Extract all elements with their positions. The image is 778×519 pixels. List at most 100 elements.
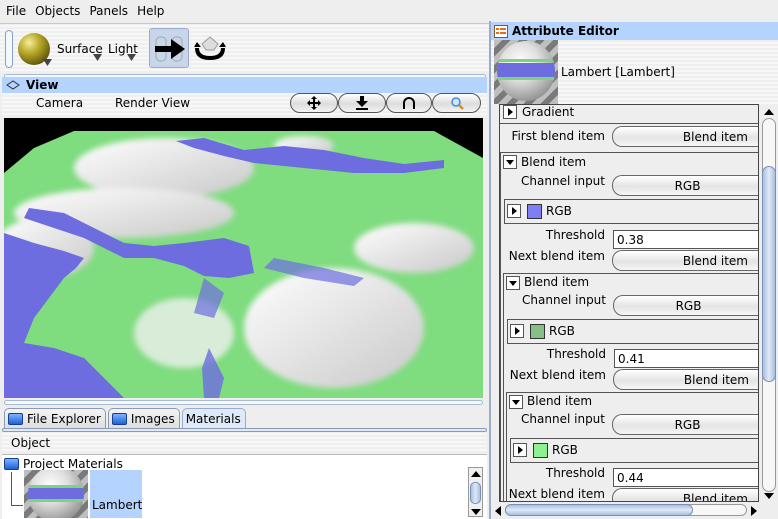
pan-button[interactable] — [290, 93, 338, 113]
blend-item-2-threshold-label: Threshold — [546, 347, 606, 361]
blend-item-1-next-select[interactable]: Blend item — [612, 250, 758, 271]
attribute-scroll-area: Gradient First blend item Blend item Ble… — [499, 104, 759, 502]
attribute-editor-header: Attribute Editor — [491, 22, 778, 40]
blend-item-1-next-value: Blend item — [682, 253, 748, 268]
blend-item-2-threshold-value: 0.41 — [618, 351, 645, 366]
blend-item-2-rgb-label: RGB — [549, 324, 575, 338]
blend-item-1-threshold-input[interactable]: 0.38 — [613, 230, 758, 249]
blend-item-1-channel-value: RGB — [674, 178, 701, 193]
gradient-expand-button[interactable] — [503, 105, 517, 119]
light-menu[interactable]: Light — [108, 42, 138, 56]
blend-item-2-next-label: Next blend item — [509, 368, 606, 382]
blend-item-3-channel-label: Channel input — [521, 412, 605, 426]
toolbar-grip[interactable] — [5, 30, 13, 68]
material-item-lambert[interactable]: Lambert — [90, 470, 142, 518]
scroll-thumb[interactable] — [470, 482, 481, 504]
tree-connector — [11, 472, 23, 506]
collapse-icon — [506, 159, 514, 165]
dolly-icon — [356, 96, 368, 110]
blend-item-2-rgb-expand-button[interactable] — [510, 324, 524, 338]
render-rotate-icon[interactable] — [193, 34, 227, 64]
blend-item-3-collapse-button[interactable] — [509, 395, 523, 409]
menu-object[interactable]: Object — [11, 436, 50, 450]
material-summary: Lambert [Lambert] — [491, 40, 778, 106]
tab-materials[interactable]: Materials — [181, 408, 246, 428]
blend-item-2-header: Blend item — [524, 275, 590, 289]
menu-objects[interactable]: Objects — [35, 4, 80, 18]
tab-file-explorer-label: File Explorer — [27, 411, 101, 426]
zoom-button[interactable] — [432, 93, 481, 113]
light-dropdown-icon[interactable] — [127, 54, 136, 61]
move-icon — [307, 96, 321, 110]
folder-icon — [4, 458, 19, 470]
tree-root-label: Project Materials — [23, 457, 123, 471]
scroll-up-icon[interactable] — [471, 471, 481, 477]
blend-item-3-color-swatch[interactable] — [533, 443, 548, 458]
surface-dropdown-icon[interactable] — [93, 54, 102, 61]
menu-panels[interactable]: Panels — [89, 4, 128, 18]
attribute-editor-title: Attribute Editor — [512, 24, 619, 38]
toolbar: Surface Light — [0, 23, 489, 73]
tree-scrollbar[interactable] — [468, 467, 483, 517]
blend-item-1-threshold-value: 0.38 — [617, 232, 644, 247]
blend-item-3-next-label: Next blend item — [508, 487, 605, 501]
blend-item-2-channel-label: Channel input — [522, 293, 606, 307]
blend-item-3-next-select[interactable]: Blend item — [612, 488, 758, 502]
scroll-down-icon[interactable] — [471, 509, 481, 515]
expand-icon — [507, 108, 513, 116]
bottom-tabs: File Explorer Images Materials — [4, 408, 246, 429]
view-panel-header[interactable]: View — [2, 77, 487, 93]
blend-item-1-rgb-expand-button[interactable] — [507, 204, 521, 218]
scroll-down-icon[interactable] — [764, 493, 774, 499]
tree-root[interactable]: Project Materials — [4, 457, 123, 471]
hscroll-thumb[interactable] — [505, 504, 693, 516]
material-thumbnail-lambert[interactable] — [24, 470, 88, 518]
surface-menu[interactable]: Surface — [57, 42, 103, 56]
scroll-left-icon[interactable] — [495, 506, 501, 516]
scroll-right-icon[interactable] — [751, 506, 757, 516]
collapse-eye-icon[interactable] — [6, 80, 20, 90]
first-blend-select[interactable]: Blend item — [612, 126, 758, 147]
blend-item-2-channel-select[interactable]: RGB — [613, 295, 758, 316]
menu-help[interactable]: Help — [137, 4, 164, 18]
magnifier-icon — [450, 97, 464, 110]
view-splitter[interactable] — [4, 400, 483, 405]
orbit-button[interactable] — [386, 93, 432, 113]
blend-item-3-threshold-value: 0.44 — [617, 470, 644, 485]
3d-viewport[interactable] — [4, 118, 483, 398]
view-title: View — [26, 78, 59, 92]
transfer-button[interactable] — [149, 28, 189, 68]
attribute-vertical-scrollbar[interactable] — [761, 104, 777, 502]
scroll-up-icon[interactable] — [764, 109, 774, 115]
tab-file-explorer[interactable]: File Explorer — [4, 408, 106, 428]
material-dropdown-icon[interactable] — [43, 59, 52, 66]
tab-images[interactable]: Images — [107, 408, 180, 428]
expand-icon — [511, 207, 517, 215]
blend-item-3-rgb-expand-button[interactable] — [513, 443, 527, 457]
material-name: Lambert [Lambert] — [561, 65, 675, 79]
blend-item-1-channel-select[interactable]: RGB — [612, 175, 758, 196]
blend-item-2-next-value: Blend item — [683, 372, 749, 387]
menu-file[interactable]: File — [6, 4, 26, 18]
tab-render-view[interactable]: Render View — [115, 96, 190, 110]
dolly-button[interactable] — [338, 93, 386, 113]
blend-item-3-next-value: Blend item — [682, 491, 748, 502]
attribute-editor-panel: Attribute Editor Lambert [Lambert] Gradi… — [489, 21, 778, 519]
blend-item-2-next-select[interactable]: Blend item — [613, 369, 758, 390]
blend-item-2-collapse-button[interactable] — [506, 276, 520, 290]
blend-item-2-threshold-input[interactable]: 0.41 — [614, 349, 758, 368]
blend-item-1-collapse-button[interactable] — [503, 155, 517, 169]
attribute-horizontal-scrollbar[interactable] — [495, 503, 761, 517]
first-blend-row: First blend item Blend item — [500, 126, 758, 148]
blend-item-3-threshold-input[interactable]: 0.44 — [613, 468, 758, 487]
blend-item-3-rgb-label: RGB — [552, 443, 578, 457]
blend-item-3-channel-select[interactable]: RGB — [612, 414, 758, 435]
scroll-thumb[interactable] — [762, 166, 776, 382]
blend-item-1-color-swatch[interactable] — [527, 204, 542, 219]
expand-icon — [514, 327, 520, 335]
tab-camera[interactable]: Camera — [36, 96, 83, 110]
blend-item-2-color-swatch[interactable] — [530, 324, 545, 339]
material-sphere-icon — [28, 470, 84, 518]
orbit-icon — [403, 97, 415, 109]
attribute-editor-icon — [494, 24, 508, 38]
